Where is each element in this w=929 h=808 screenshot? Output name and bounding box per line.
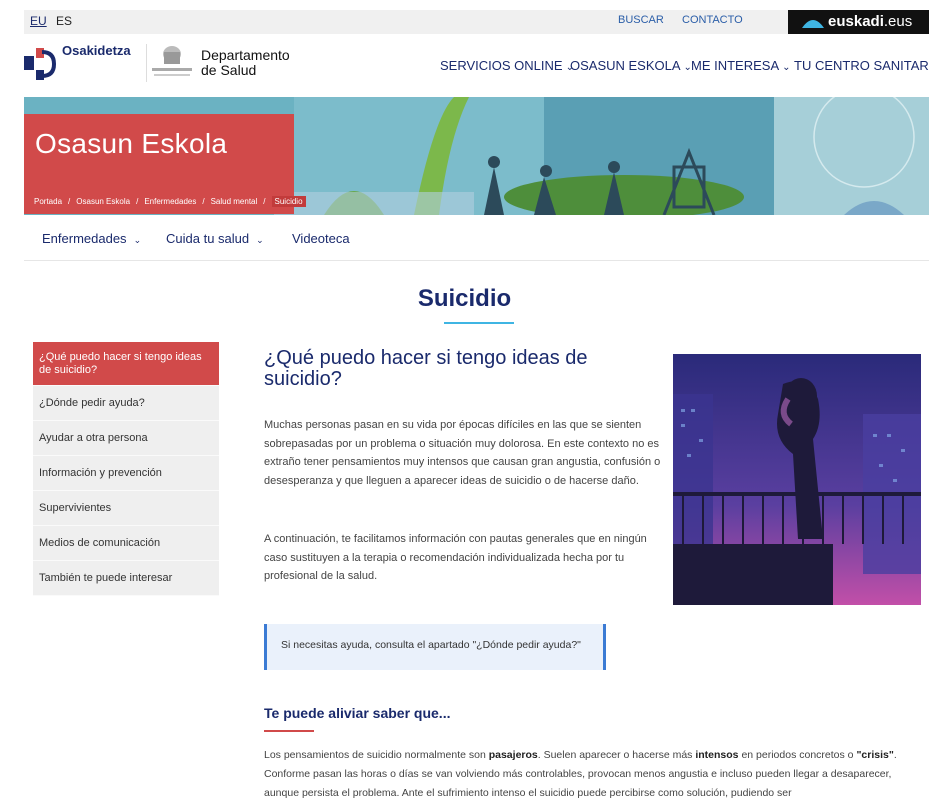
search-link[interactable]: BUSCAR xyxy=(618,14,664,26)
top-utility-bar: EU ES BUSCAR CONTACTO euskadi.eus xyxy=(24,10,929,34)
nav-osasun-eskola[interactable]: OSASUN ESKOLA ⌄ xyxy=(570,58,692,73)
osakidetza-logo-icon xyxy=(24,48,57,80)
euskadi-wave-icon xyxy=(802,20,824,28)
euskadi-wordmark: euskadi xyxy=(828,13,884,30)
section-subnav: Enfermedades ⌄ Cuida tu salud ⌄ Videoteca xyxy=(24,216,929,261)
contact-link[interactable]: CONTACTO xyxy=(682,14,743,26)
nav-me-interesa[interactable]: ME INTERESA ⌄ xyxy=(691,58,791,73)
department-line-2: de Salud xyxy=(201,62,257,78)
subnav-label: Enfermedades xyxy=(42,231,127,246)
help-callout: Si necesitas ayuda, consulta el apartado… xyxy=(264,624,606,670)
breadcrumb-item[interactable]: Enfermedades xyxy=(144,197,196,206)
chevron-down-icon: ⌄ xyxy=(782,62,791,73)
breadcrumb: Portada / Osasun Eskola / Enfermedades / Salud… xyxy=(34,196,306,207)
sidebar-item-ideas-suicidio[interactable]: ¿Qué puedo hacer si tengo ideas de suici… xyxy=(33,342,219,386)
sidebar-item-tambien-interesar[interactable]: También te puede interesar xyxy=(33,561,219,596)
subnav-label: Videoteca xyxy=(292,231,350,246)
banner-title: Osasun Eskola xyxy=(35,128,228,159)
disclaimer-paragraph: A continuación, te facilitamos informaci… xyxy=(264,533,647,582)
sidebar-item-supervivientes[interactable]: Supervivientes xyxy=(33,491,219,526)
text-run: . Suelen aparecer o hacerse más xyxy=(537,749,696,761)
subnav-enfermedades[interactable]: Enfermedades ⌄ xyxy=(42,231,141,246)
euskadi-suffix: .eus xyxy=(883,13,913,30)
breadcrumb-item[interactable]: Portada xyxy=(34,197,62,206)
subnav-videoteca[interactable]: Videoteca xyxy=(292,231,350,246)
chevron-down-icon: ⌄ xyxy=(133,235,142,245)
department-line-1: Departamento xyxy=(201,47,290,63)
sidebar-item-pedir-ayuda[interactable]: ¿Dónde pedir ayuda? xyxy=(33,386,219,421)
callout-text[interactable]: Si necesitas ayuda, consulta el apartado… xyxy=(281,639,581,651)
logo-name: Osakidetza xyxy=(62,43,131,58)
basque-government-crest-icon xyxy=(152,46,192,76)
nav-servicios-online[interactable]: SERVICIOS ONLINE ⌄ xyxy=(440,58,574,73)
subheading: Te puede aliviar saber que... xyxy=(264,705,451,721)
hero-banner: Osasun Eskola Portada / Osasun Eskola / Enfe… xyxy=(24,97,929,215)
nav-label: ME INTERESA xyxy=(691,58,780,73)
euskadi-logo-link[interactable]: euskadi.eus xyxy=(788,10,929,34)
subheading-underline xyxy=(264,730,314,732)
chevron-down-icon: ⌄ xyxy=(256,235,264,245)
nav-tu-centro-sanitario[interactable]: TU CENTRO SANITARIO⌄ xyxy=(794,58,929,73)
lang-es-link[interactable]: ES xyxy=(56,14,72,28)
breadcrumb-item[interactable]: Osasun Eskola xyxy=(76,197,130,206)
site-header: Osakidetza Departamento de Salud SERVICI… xyxy=(24,34,929,96)
intro-paragraph: Muchas personas pasan en su vida por épo… xyxy=(264,419,661,487)
bold-text: pasajeros xyxy=(488,749,538,761)
sidebar-item-informacion-prevencion[interactable]: Información y prevención xyxy=(33,456,219,491)
text-run: Los pensamientos de suicidio normalmente… xyxy=(264,749,489,761)
sidebar-menu: ¿Qué puedo hacer si tengo ideas de suici… xyxy=(33,342,219,596)
relief-paragraph: Los pensamientos de suicidio normalmente… xyxy=(264,746,924,803)
sidebar-item-ayudar-otra-persona[interactable]: Ayudar a otra persona xyxy=(33,421,219,456)
woman-on-balcony-illustration xyxy=(673,354,921,605)
subnav-cuida-tu-salud[interactable]: Cuida tu salud ⌄ xyxy=(166,231,264,246)
header-divider xyxy=(146,44,147,82)
bold-text: "crisis" xyxy=(856,749,894,761)
section-heading: ¿Qué puedo hacer si tengo ideas de suici… xyxy=(264,347,588,390)
page-title: Suicidio xyxy=(417,285,512,312)
breadcrumb-current: Suicidio xyxy=(271,196,306,207)
breadcrumb-item[interactable]: Salud mental xyxy=(211,197,258,206)
bold-text: intensos xyxy=(695,749,739,761)
subnav-label: Cuida tu salud xyxy=(166,231,250,246)
department-name: Departamento de Salud xyxy=(201,48,290,78)
title-underline xyxy=(444,322,514,324)
sidebar-item-medios-comunicacion[interactable]: Medios de comunicación xyxy=(33,526,219,561)
nav-label: OSASUN ESKOLA xyxy=(570,58,681,73)
text-run: en periodos concretos o xyxy=(738,749,857,761)
nav-label: SERVICIOS ONLINE xyxy=(440,58,563,73)
lang-eu-link[interactable]: EU xyxy=(30,14,47,28)
nav-label: TU CENTRO SANITARIO xyxy=(794,58,929,73)
banner-title-box: Osasun Eskola Portada / Osasun Eskola / Enfe… xyxy=(24,114,306,214)
